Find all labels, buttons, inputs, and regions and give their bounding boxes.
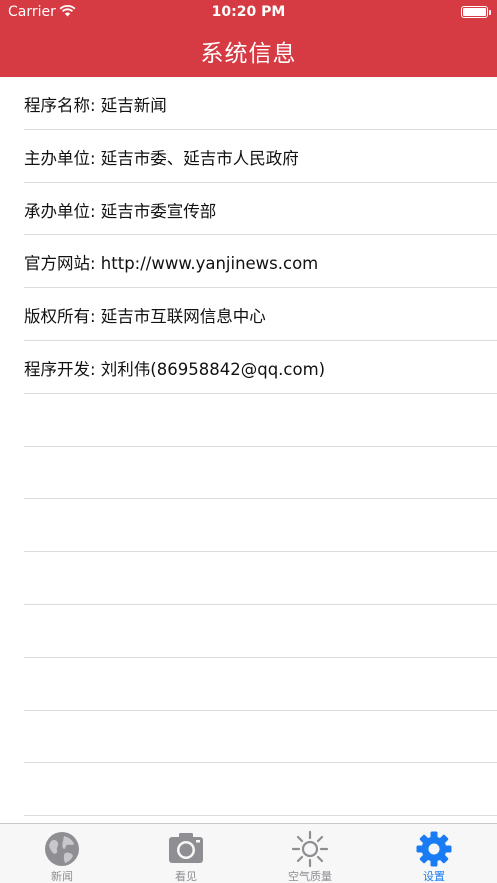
tab-label: 看见: [175, 870, 197, 883]
tab-settings[interactable]: 设置: [372, 824, 496, 883]
empty-row: [0, 658, 497, 711]
sun-icon: [291, 830, 329, 868]
battery-icon: [461, 6, 491, 18]
tab-air-quality[interactable]: 空气质量: [248, 824, 372, 883]
info-row-sponsor: 主办单位: 延吉市委、延吉市人民政府: [0, 130, 497, 183]
globe-icon: [45, 832, 79, 866]
info-row-text: 版权所有: 延吉市互联网信息中心: [24, 307, 266, 327]
tab-news[interactable]: 新闻: [0, 824, 124, 883]
empty-row: [0, 763, 497, 816]
info-row-developer: 程序开发: 刘利伟(86958842@qq.com): [0, 341, 497, 394]
tab-watch[interactable]: 看见: [124, 824, 248, 883]
empty-row: [0, 447, 497, 500]
info-row-text: 承办单位: 延吉市委宣传部: [24, 201, 217, 221]
empty-row: [0, 605, 497, 658]
tab-label: 空气质量: [288, 870, 332, 883]
info-list: 程序名称: 延吉新闻 主办单位: 延吉市委、延吉市人民政府 承办单位: 延吉市委…: [0, 77, 497, 816]
info-row-organizer: 承办单位: 延吉市委宣传部: [0, 183, 497, 236]
status-bar: Carrier 10:20 PM: [0, 0, 497, 26]
page-title: 系统信息: [200, 41, 297, 67]
empty-row: [0, 499, 497, 552]
empty-row: [0, 711, 497, 764]
info-row-text: 程序名称: 延吉新闻: [24, 96, 167, 115]
tab-label: 新闻: [51, 870, 73, 883]
info-row-website: 官方网站: http://www.yanjinews.com: [0, 235, 497, 288]
info-row-text: 官方网站: http://www.yanjinews.com: [24, 254, 319, 274]
tab-label: 设置: [423, 870, 445, 883]
info-row-copyright: 版权所有: 延吉市互联网信息中心: [0, 288, 497, 341]
gear-icon: [416, 831, 452, 867]
tab-bar: 新闻 看见 空气质量 设置: [0, 823, 497, 883]
camera-icon: [169, 833, 203, 863]
navigation-bar: Carrier 10:20 PM 系统信息: [0, 0, 497, 77]
status-time: 10:20 PM: [211, 4, 286, 20]
info-row-text: 程序开发: 刘利伟(86958842@qq.com): [24, 359, 326, 379]
empty-row: [0, 394, 497, 447]
info-row-app-name: 程序名称: 延吉新闻: [0, 77, 497, 130]
empty-row: [0, 552, 497, 605]
info-row-text: 主办单位: 延吉市委、延吉市人民政府: [24, 148, 299, 168]
